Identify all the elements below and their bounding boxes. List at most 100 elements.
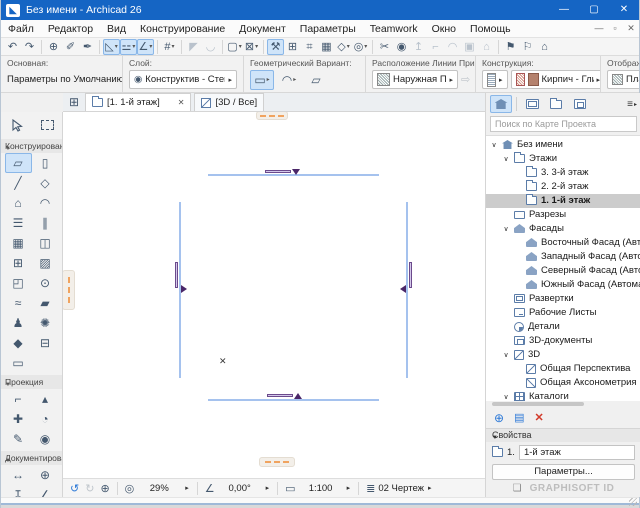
minimize-button[interactable]: — [549,0,579,20]
elevation-marker-triangle-north[interactable] [292,169,300,175]
mdi-minimize-button[interactable]: — [591,23,607,34]
pen-set-value[interactable]: 02 Чертеж [378,483,424,494]
tree-item[interactable]: 1. 1-й этаж [486,194,640,208]
tree-item[interactable]: ∨Без имени [486,138,640,152]
delete-viewpoint-button[interactable]: ✕ [534,411,543,424]
elevation-marker-triangle-west[interactable] [181,285,187,293]
tree-item[interactable]: 2. 2-й этаж [486,180,640,194]
angle-dimension-tool[interactable]: ∠ [32,485,59,497]
toolbox-section-документирование[interactable]: ▼Документирование [1,451,62,465]
renovation-filter-button[interactable]: ⚒ [267,39,284,55]
object-tool[interactable]: ♟ [5,313,32,333]
multiply-button[interactable]: ▦ [318,39,335,55]
detail-tool[interactable]: ◔ [32,409,59,429]
flag-styles-button[interactable]: ⚐ [519,39,536,55]
chevron-right-icon[interactable]: ▸ [266,484,270,492]
guide-segment-button[interactable]: ◡ [202,39,219,55]
undo-button[interactable]: ↶ [4,39,21,55]
geometry-straight-button[interactable]: ▭▸ [250,70,274,90]
menu-вид[interactable]: Вид [100,20,133,38]
level-dimension-tool[interactable]: ↧ [5,485,32,497]
shell-tool[interactable]: ◠ [32,193,59,213]
morph-tool[interactable]: ◆ [5,333,32,353]
redo-button[interactable]: ↷ [21,39,38,55]
section-tool[interactable]: ⌐ [5,389,32,409]
publisher-tab[interactable] [569,95,591,113]
chevron-expanded-icon[interactable]: ∨ [502,351,510,359]
story-name-field[interactable]: 1-й этаж [519,445,635,460]
orientation-value[interactable]: 0,00° [218,483,262,494]
chevron-expanded-icon[interactable]: ∨ [502,225,510,233]
tree-item[interactable]: Восточный Фасад (Автоматич [486,236,640,250]
maximize-button[interactable]: ▢ [579,0,609,20]
fit-in-frame-button[interactable]: ⌂ [478,39,495,55]
beam-tool[interactable]: ╱ [5,173,32,193]
properties-settings-button[interactable]: Параметры... [492,464,635,480]
elevation-marker-bar-west[interactable] [175,262,178,288]
worksheet-tool[interactable]: ✎ [5,429,32,449]
tree-item[interactable]: Северный Фасад (Автоматиче [486,264,640,278]
marquee-select-tool[interactable] [35,115,59,135]
view-map-tab[interactable] [521,95,543,113]
corner-window-tool[interactable]: ◰ [5,273,32,293]
chevron-right-icon[interactable]: ▸ [428,484,432,492]
chevron-right-icon[interactable]: ▸ [185,484,189,492]
element-info-button[interactable]: ⊞ [284,39,301,55]
zoom-level-value[interactable]: 29% [137,483,181,494]
layer-selector-button[interactable]: ◉ Конструктив - Стены Не... ▸ [129,70,237,89]
palette-handle-bottom[interactable] [259,457,295,467]
window-tool[interactable]: ⊞ [5,253,32,273]
chevron-expanded-icon[interactable]: ∨ [502,155,510,163]
elevation-tool[interactable]: ▴ [32,389,59,409]
geometry-curved-button[interactable]: ◠▸ [277,70,301,90]
palette-handle-left[interactable] [63,270,75,310]
set-square-button[interactable]: ◺▾ [103,39,120,55]
rotate-button[interactable]: ◎▾ [352,39,369,55]
tree-item[interactable]: ∨Каталоги [486,390,640,401]
flag-markup-button[interactable]: ⚑ [502,39,519,55]
palette-handle-top[interactable] [256,112,288,120]
lamp-tool[interactable]: ✺ [32,313,59,333]
tree-item[interactable]: Детали [486,320,640,334]
chevron-right-icon[interactable]: ▸ [347,484,351,492]
menu-конструирование[interactable]: Конструирование [133,20,232,38]
camera-tool[interactable]: ◉ [32,429,59,449]
scale-value[interactable]: 1:100 [299,483,343,494]
elevation-marker-triangle-east[interactable] [400,285,406,293]
interior-elevation-tool[interactable]: ✚ [5,409,32,429]
close-button[interactable]: ✕ [609,0,639,20]
tab-overview-button[interactable]: ⊞ [63,93,85,111]
tree-item[interactable]: Разрезы [486,208,640,222]
elevate-button[interactable]: ↥ [410,39,427,55]
tree-item[interactable]: ∨Фасады [486,222,640,236]
tree-item[interactable]: Развертки [486,292,640,306]
tree-item[interactable]: Западный Фасад (Автоматиче [486,250,640,264]
scrollbar-thumb[interactable] [492,402,584,406]
tree-item[interactable]: Южный Фасад (Автоматическ [486,278,640,292]
zoom-previous-button[interactable]: ↺ [70,482,79,495]
flip-reference-button[interactable]: ⇨ [461,70,470,90]
slab-tool[interactable]: ◇ [32,173,59,193]
tab-close-icon[interactable]: ✕ [178,98,185,107]
door-tool[interactable]: ◫ [32,233,59,253]
trim-button[interactable]: ⌐ [427,39,444,55]
new-viewpoint-button[interactable]: ⊕ [494,411,504,425]
wall-end-tool[interactable]: ▭ [5,353,32,373]
curtain-wall-tool[interactable]: ▦ [5,233,32,253]
chevron-expanded-icon[interactable]: ∨ [502,393,510,401]
tree-item[interactable]: Рабочие Листы [486,306,640,320]
guide-eraser-button[interactable]: ◤ [185,39,202,55]
menu-помощь[interactable]: Помощь [463,20,518,38]
elevation-marker-triangle-south[interactable] [294,393,302,399]
tree-item[interactable]: Общая Перспектива [486,362,640,376]
mdi-restore-button[interactable]: ▫ [607,23,623,34]
arrow-select-tool[interactable] [5,115,29,135]
project-map-search-input[interactable]: Поиск по Карте Проекта [490,116,637,132]
lock-button[interactable]: ⊠▾ [243,39,260,55]
layout-book-tab[interactable] [545,95,567,113]
split-button[interactable]: ✂ [376,39,393,55]
elevation-marker-bar-south[interactable] [267,394,293,397]
menu-редактор[interactable]: Редактор [41,20,100,38]
reference-line-button[interactable]: Наружная Пове... ▸ [372,70,458,89]
menu-документ[interactable]: Документ [232,20,293,38]
